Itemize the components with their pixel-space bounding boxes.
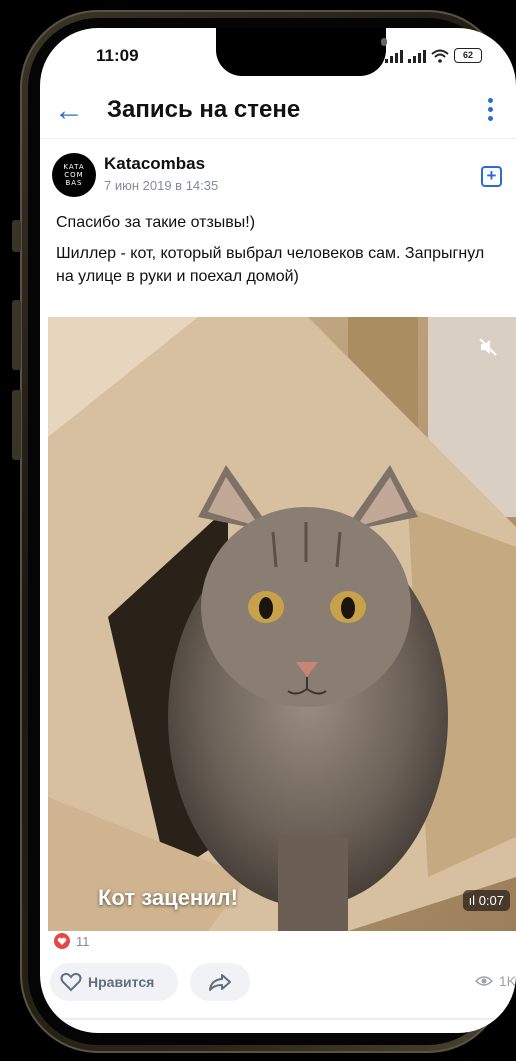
status-bar: 11:09 62: [40, 28, 516, 88]
equalizer-icon: ıl: [468, 893, 479, 908]
eye-icon: [474, 976, 493, 986]
share-button[interactable]: [190, 963, 250, 1001]
post-text-line: Шиллер - кот, который выбрал человеков с…: [56, 245, 485, 285]
back-arrow-icon[interactable]: ←: [54, 96, 84, 126]
action-bar: Нравится 1K: [50, 963, 516, 1003]
app-header: ← Запись на стене: [40, 88, 516, 139]
wifi-icon: [431, 49, 449, 63]
side-button: [12, 220, 21, 252]
views-count: 1K: [474, 973, 516, 989]
mute-icon[interactable]: [478, 337, 498, 357]
more-icon[interactable]: [488, 98, 494, 121]
likes-summary[interactable]: 11: [54, 933, 90, 949]
notch: [216, 28, 387, 76]
signal-icon: [408, 50, 426, 63]
status-icons: 62: [385, 48, 482, 63]
likes-count: 11: [76, 933, 90, 949]
battery-icon: 62: [454, 48, 482, 63]
heart-icon: [60, 972, 82, 992]
side-button: [12, 300, 21, 370]
phone-screen: 11:09 62 ← Запись на стене KATA COM BAS …: [40, 28, 516, 1033]
post-text: Спасибо за такие отзывы!) Шиллер - кот, …: [56, 211, 496, 296]
heart-icon: [54, 933, 70, 949]
views-value: 1K: [498, 973, 516, 989]
video-frame: [48, 317, 516, 931]
side-button: [12, 390, 21, 460]
avatar[interactable]: KATA COM BAS: [52, 153, 96, 197]
add-icon[interactable]: +: [481, 166, 502, 187]
signal-icon: [385, 50, 403, 63]
like-button-label: Нравится: [88, 974, 155, 990]
video-caption: Кот заценил!: [98, 885, 238, 910]
post-date: 7 июн 2019 в 14:35: [104, 178, 219, 193]
share-icon: [209, 974, 231, 991]
post-text-line: Спасибо за такие отзывы!): [56, 214, 256, 231]
page-title: Запись на стене: [107, 96, 301, 123]
status-time: 11:09: [96, 46, 139, 65]
author-name[interactable]: Katacombas: [104, 154, 205, 174]
video-duration: ıl 0:07: [462, 890, 510, 911]
divider: [40, 1018, 516, 1020]
like-button[interactable]: Нравится: [50, 963, 178, 1001]
video-player[interactable]: Кот заценил! ıl 0:07: [48, 317, 516, 931]
